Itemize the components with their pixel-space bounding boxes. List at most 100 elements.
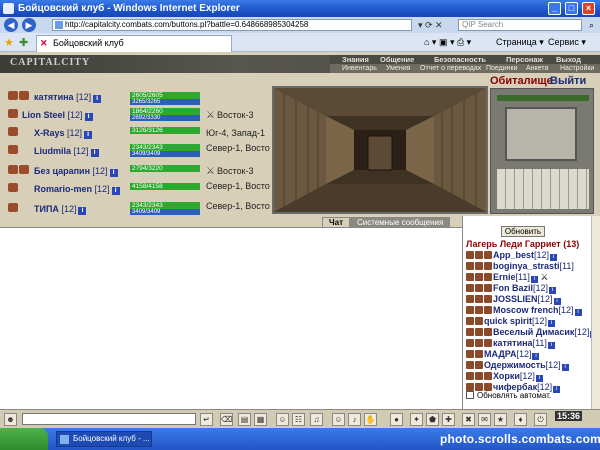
tab-chat[interactable]: Чат <box>322 217 350 227</box>
tab-close-icon[interactable]: ✕ <box>40 39 49 48</box>
history-icon[interactable]: ▦ <box>254 413 267 426</box>
mail-icon[interactable]: ✉ <box>478 413 491 426</box>
exit-icon[interactable]: ⏻ <box>534 413 547 426</box>
enter-icon[interactable]: ↵ <box>200 413 213 426</box>
auto-update-checkbox[interactable]: Обновлять автомат. <box>466 391 551 400</box>
battle-swords-icon[interactable]: ⚔ <box>206 166 215 177</box>
menu-communication[interactable]: Общение <box>380 55 414 64</box>
menu-skills[interactable]: Умения <box>386 64 410 73</box>
exit-link[interactable]: Выйти <box>550 75 586 87</box>
info-icon[interactable]: i <box>547 342 555 349</box>
info-icon[interactable]: i <box>550 254 558 261</box>
player-row[interactable]: катятина [12] i 2605/2605 3265/3265 <box>0 88 270 106</box>
online-user-name[interactable]: App_best <box>493 250 534 260</box>
player-row[interactable]: Lion Steel [12] i 1864/2260 2692/3330 ⚔ Во… <box>0 106 270 124</box>
list-item[interactable]: App_best[12] i <box>466 250 558 261</box>
player-name[interactable]: Lion Steel <box>22 110 65 120</box>
online-user-name[interactable]: JOSSLIEN <box>493 294 538 304</box>
battle-swords-icon[interactable]: ⚔ <box>540 272 548 282</box>
info-icon[interactable]: i <box>109 169 118 177</box>
filter-icon[interactable]: ▤ <box>238 413 251 426</box>
search-input[interactable]: QIP Search <box>458 19 582 31</box>
hand-icon[interactable]: ✋ <box>364 413 377 426</box>
minimize-button[interactable]: _ <box>548 2 561 15</box>
start-button[interactable] <box>0 428 48 450</box>
online-user-name[interactable]: Веселый Димасик <box>493 327 574 337</box>
list-item[interactable]: катятина[11] i <box>466 338 555 349</box>
player-name[interactable]: катятина <box>34 92 74 102</box>
tab-system-messages[interactable]: Системные сообщения <box>350 217 451 227</box>
info-icon[interactable]: i <box>574 309 582 316</box>
search-icon[interactable]: ⌕ <box>585 19 598 31</box>
clear-icon[interactable]: ⌫ <box>220 413 233 426</box>
player-name[interactable]: X-Rays <box>34 128 65 138</box>
chat-area[interactable] <box>0 227 462 409</box>
menu-transfers[interactable]: Отчет о переводах <box>420 64 481 73</box>
taskbar-item[interactable]: Бойцовский клуб - ... <box>56 431 152 447</box>
online-user-name[interactable]: катятина <box>493 338 533 348</box>
info-icon[interactable]: i <box>535 375 543 382</box>
player-name[interactable]: Romario-men <box>34 184 92 194</box>
star-icon[interactable]: ★ <box>494 413 507 426</box>
online-user-name[interactable]: Хорки <box>493 371 520 381</box>
emoticon-icon[interactable]: ☺ <box>332 413 345 426</box>
list-item[interactable]: МАДРА[12] i <box>466 349 540 360</box>
info-icon[interactable]: i <box>549 287 557 294</box>
person-icon[interactable]: ☺ <box>276 413 289 426</box>
sound-icon[interactable]: ♪ <box>348 413 361 426</box>
online-user-name[interactable]: quick spirit <box>484 316 532 326</box>
list-item[interactable]: Хорки[12] i <box>466 371 543 382</box>
add-favorites-icon[interactable]: ✚ <box>19 36 28 49</box>
fire-icon[interactable]: ✦ <box>410 413 423 426</box>
info-icon[interactable]: i <box>93 95 102 103</box>
player-row[interactable]: ТИПА [12] i 2343/2343 3409/3409 Север-1, … <box>0 200 270 216</box>
info-icon[interactable]: i <box>78 207 87 215</box>
maximize-button[interactable]: □ <box>565 2 578 15</box>
minimap[interactable] <box>490 88 594 214</box>
close-button[interactable]: × <box>582 2 595 15</box>
list-item[interactable]: Moscow french[12] i <box>466 305 582 316</box>
list-item[interactable]: JOSSLIEN[12] i <box>466 294 561 305</box>
list-item[interactable]: quick spirit[12] i <box>466 316 556 327</box>
favorites-star-icon[interactable]: ★ <box>4 36 14 49</box>
info-icon[interactable]: i <box>561 364 569 371</box>
menu-security[interactable]: Безопасность <box>434 55 486 64</box>
info-icon[interactable]: i <box>90 149 99 157</box>
key-icon[interactable]: ♦ <box>514 413 527 426</box>
map-icon[interactable]: ✖ <box>462 413 475 426</box>
online-user-name[interactable]: boginya_strasti <box>493 261 560 271</box>
group-icon[interactable]: ☷ <box>292 413 305 426</box>
info-icon[interactable]: i <box>548 320 556 327</box>
list-item[interactable]: Fon Bazil[12] i <box>466 283 557 294</box>
info-icon[interactable]: i <box>84 131 93 139</box>
online-user-name[interactable]: Одержимость <box>484 360 546 370</box>
page-menu[interactable]: Страница ▾ <box>496 37 544 48</box>
music-icon[interactable]: ♫ <box>310 413 323 426</box>
player-row[interactable]: Без царапин [12] i 2794/3220 ⚔ Восток-3 <box>0 162 270 180</box>
player-name[interactable]: Liudmila <box>34 146 71 156</box>
tab-combats[interactable]: ✕ Бойцовский клуб <box>36 35 232 52</box>
online-user-name[interactable]: МАДРА <box>484 349 516 359</box>
shield-icon[interactable]: ⬟ <box>426 413 439 426</box>
forward-icon[interactable]: ▶ <box>22 18 36 32</box>
checkbox-icon[interactable] <box>466 391 474 399</box>
info-icon[interactable]: i <box>532 353 540 360</box>
service-menu[interactable]: Сервис ▾ <box>548 37 586 48</box>
menu-character[interactable]: Персонаж <box>506 55 543 64</box>
player-name[interactable]: Без царапин <box>34 166 90 176</box>
player-row[interactable]: X-Rays [12] i 3126/3126 Юг-4, Запад-1 <box>0 124 270 142</box>
refresh-stop-icons[interactable]: ▾ ⟳ ✕ <box>418 20 443 31</box>
online-user-name[interactable]: Ernie <box>493 272 516 282</box>
player-name[interactable]: ТИПА <box>34 204 59 214</box>
menu-exit[interactable]: Выход <box>556 55 581 64</box>
url-field[interactable]: http://capitalcity.combats.com/buttons.p… <box>52 19 412 31</box>
menu-settings[interactable]: Настройки <box>560 64 594 73</box>
menu-inventory[interactable]: Инвентарь <box>342 64 377 73</box>
info-icon[interactable]: i <box>553 298 561 305</box>
battle-swords-icon[interactable]: ⚔ <box>206 110 215 121</box>
online-user-name[interactable]: Moscow french <box>493 305 559 315</box>
gift-icon[interactable]: ✚ <box>442 413 455 426</box>
dungeon-view[interactable] <box>272 86 488 214</box>
list-item[interactable]: Одержимость[12] i <box>466 360 569 371</box>
player-row[interactable]: Romario-men [12] i 4158/4158 Север-1, Вос… <box>0 180 270 198</box>
